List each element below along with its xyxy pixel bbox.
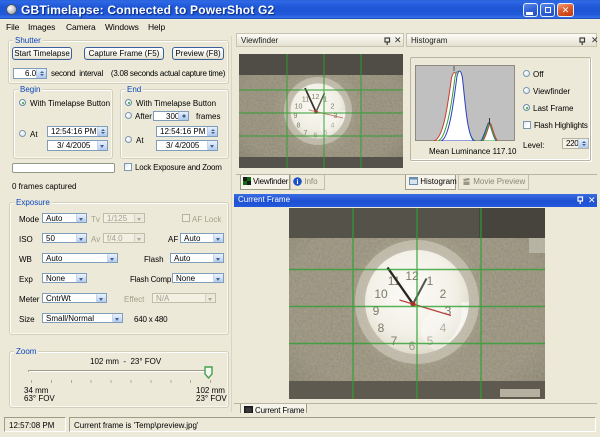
svg-text:10: 10	[295, 104, 303, 111]
svg-text:10: 10	[374, 287, 388, 301]
svg-text:2: 2	[440, 287, 447, 301]
svg-text:11: 11	[302, 97, 309, 104]
svg-text:7: 7	[391, 334, 398, 348]
svg-text:5: 5	[427, 334, 434, 348]
svg-text:6: 6	[409, 339, 416, 353]
svg-text:1: 1	[427, 274, 434, 288]
svg-text:12: 12	[312, 94, 320, 101]
svg-text:4: 4	[331, 123, 335, 130]
svg-text:i: i	[297, 178, 299, 186]
svg-text:4: 4	[440, 321, 447, 335]
svg-text:8: 8	[378, 321, 385, 335]
svg-text:8: 8	[297, 123, 301, 130]
svg-text:2: 2	[331, 104, 335, 111]
svg-text:9: 9	[294, 113, 298, 120]
